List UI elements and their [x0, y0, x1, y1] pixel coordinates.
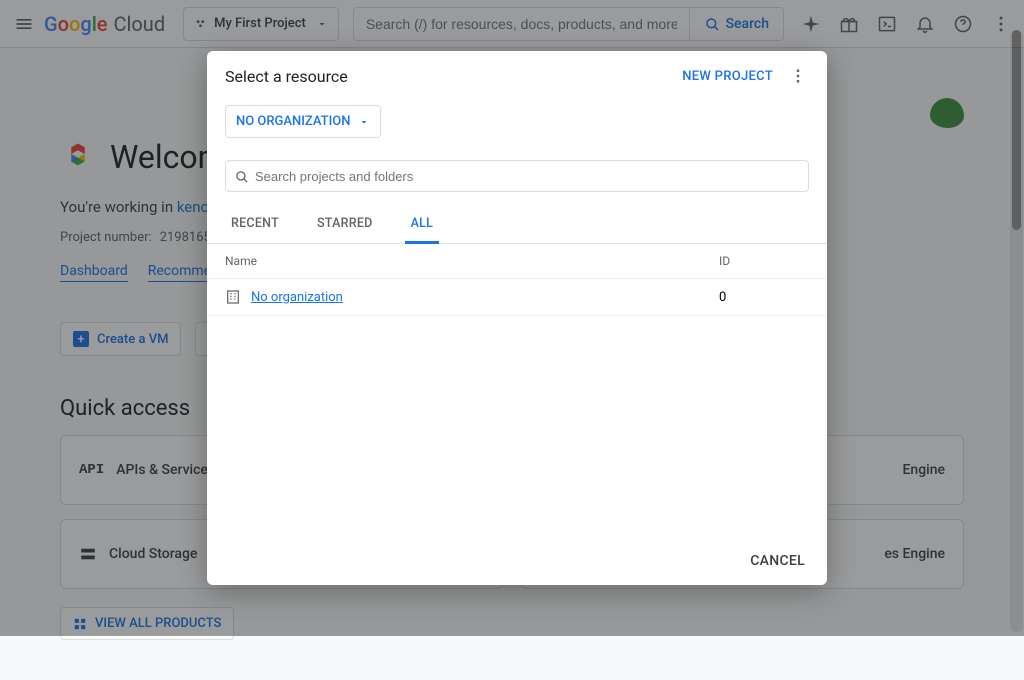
col-id: ID — [719, 254, 809, 268]
search-icon — [234, 169, 249, 184]
dialog-search[interactable] — [225, 160, 809, 192]
tab-recent[interactable]: RECENT — [225, 206, 285, 243]
dialog-header: Select a resource NEW PROJECT — [207, 51, 827, 91]
org-icon — [225, 289, 241, 305]
dialog-more-vert-icon[interactable] — [787, 65, 809, 87]
col-name: Name — [225, 254, 719, 268]
list-header: Name ID — [207, 244, 827, 279]
scrollbar-thumb[interactable] — [1012, 30, 1021, 230]
row-name-link[interactable]: No organization — [251, 290, 343, 305]
row-id: 0 — [719, 290, 809, 305]
list-row[interactable]: No organization 0 — [207, 279, 827, 316]
dialog-footer: CANCEL — [207, 537, 827, 585]
org-scope-button[interactable]: NO ORGANIZATION — [225, 105, 381, 138]
select-resource-dialog: Select a resource NEW PROJECT NO ORGANIZ… — [207, 51, 827, 585]
org-scope-label: NO ORGANIZATION — [236, 114, 350, 129]
tab-starred[interactable]: STARRED — [311, 206, 379, 243]
dialog-tabs: RECENT STARRED ALL — [207, 206, 827, 244]
new-project-button[interactable]: NEW PROJECT — [682, 69, 773, 84]
tab-all[interactable]: ALL — [405, 206, 440, 244]
cancel-button[interactable]: CANCEL — [750, 553, 805, 569]
chevron-down-icon — [358, 116, 370, 128]
dialog-search-input[interactable] — [255, 169, 800, 184]
vertical-scrollbar[interactable] — [1010, 30, 1023, 632]
dialog-title: Select a resource — [225, 67, 348, 86]
